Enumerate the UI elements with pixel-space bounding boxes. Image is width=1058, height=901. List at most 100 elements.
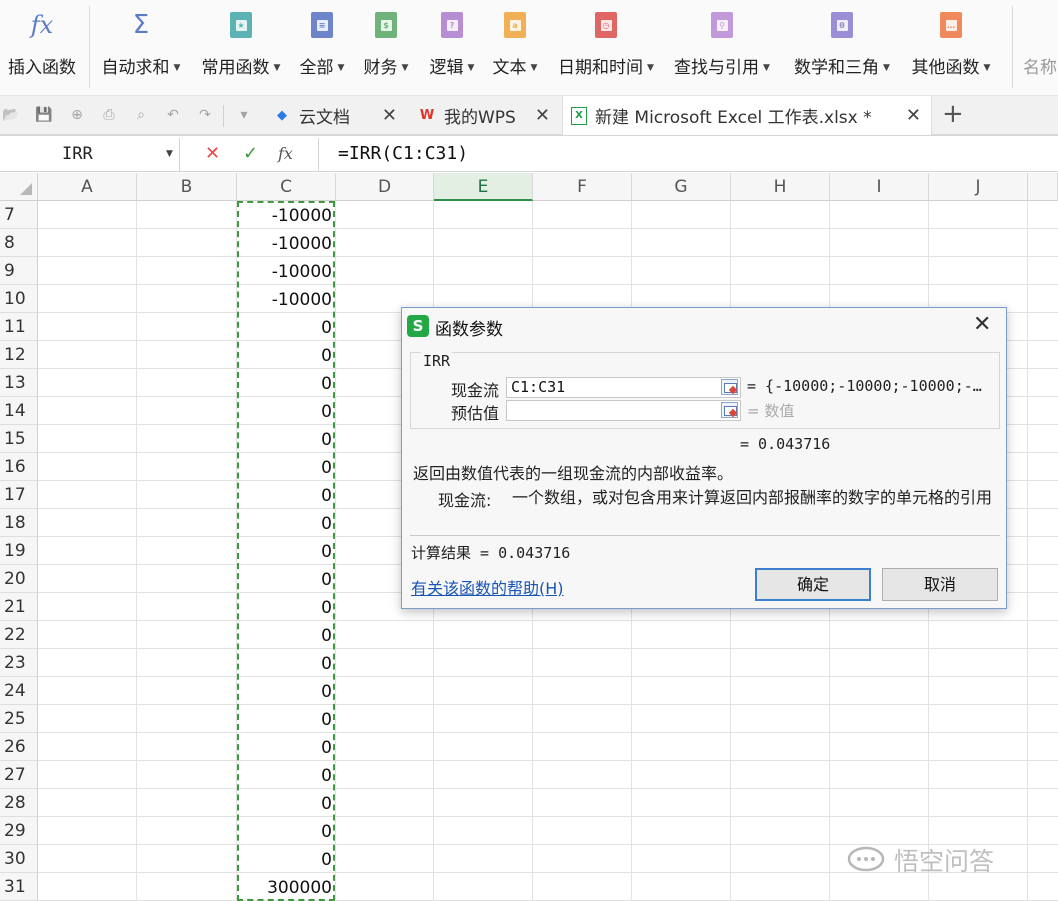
row-header[interactable]: 29 bbox=[0, 817, 38, 845]
customize-dropdown-icon[interactable]: ▾ bbox=[236, 107, 252, 123]
confirm-edit-icon[interactable]: ✓ bbox=[243, 143, 258, 164]
undo-icon[interactable]: ↶ bbox=[165, 107, 181, 123]
cell-c[interactable]: 0 bbox=[237, 649, 332, 677]
cell-c[interactable]: 0 bbox=[237, 677, 332, 705]
save-cloud-icon[interactable]: ⊕ bbox=[69, 107, 85, 123]
cell-c[interactable]: 0 bbox=[237, 537, 332, 565]
insert-function-icon[interactable]: fx bbox=[278, 144, 293, 163]
chevron-down-icon[interactable]: ▼ bbox=[274, 63, 281, 73]
name-box[interactable]: IRR ▼ bbox=[0, 138, 180, 171]
ribbon-button-9[interactable]: θ 数学和三角 ▼ bbox=[794, 0, 890, 95]
column-header-i[interactable]: I bbox=[830, 173, 929, 201]
cell-c[interactable]: 0 bbox=[237, 341, 332, 369]
row-header[interactable]: 12 bbox=[0, 341, 38, 369]
close-icon[interactable]: ✕ bbox=[535, 105, 550, 126]
range-select-icon[interactable] bbox=[721, 402, 738, 418]
chevron-down-icon[interactable]: ▼ bbox=[166, 149, 173, 159]
cell-c[interactable]: 0 bbox=[237, 565, 332, 593]
chevron-down-icon[interactable]: ▼ bbox=[531, 63, 538, 73]
cell-c[interactable]: 0 bbox=[237, 397, 332, 425]
chevron-down-icon[interactable]: ▼ bbox=[763, 63, 770, 73]
row-header[interactable]: 11 bbox=[0, 313, 38, 341]
cell-c[interactable]: -10000 bbox=[237, 201, 332, 229]
close-icon[interactable]: ✕ bbox=[382, 105, 397, 126]
cell-c[interactable]: 0 bbox=[237, 705, 332, 733]
cancel-edit-icon[interactable]: ✕ bbox=[205, 143, 220, 164]
row-header[interactable]: 18 bbox=[0, 509, 38, 537]
chevron-down-icon[interactable]: ▼ bbox=[468, 63, 475, 73]
row-header[interactable]: 19 bbox=[0, 537, 38, 565]
row-header[interactable]: 15 bbox=[0, 425, 38, 453]
cell-c[interactable]: 0 bbox=[237, 817, 332, 845]
ribbon-button-0[interactable]: fx 插入函数 bbox=[2, 0, 82, 95]
column-header-g[interactable]: G bbox=[632, 173, 731, 201]
cancel-button[interactable]: 取消 bbox=[882, 568, 998, 601]
help-link[interactable]: 有关该函数的帮助(H) bbox=[411, 575, 564, 599]
ribbon-button-2[interactable]: ★ 常用函数 ▼ bbox=[201, 0, 281, 95]
cell-c[interactable]: 300000 bbox=[237, 873, 332, 901]
column-header-c[interactable]: C bbox=[237, 173, 336, 201]
ribbon-button-6[interactable]: a 文本 ▼ bbox=[475, 0, 555, 95]
chevron-down-icon[interactable]: ▼ bbox=[984, 63, 991, 73]
new-tab-icon[interactable]: + bbox=[942, 99, 964, 129]
print-preview-icon[interactable]: ⌕ bbox=[133, 107, 149, 123]
cell-c[interactable]: 0 bbox=[237, 481, 332, 509]
chevron-down-icon[interactable]: ▼ bbox=[402, 63, 409, 73]
row-header[interactable]: 17 bbox=[0, 481, 38, 509]
print-icon[interactable]: ⎙ bbox=[101, 107, 117, 123]
save-icon[interactable]: 💾 bbox=[35, 107, 52, 123]
row-header[interactable]: 14 bbox=[0, 397, 38, 425]
row-header[interactable]: 30 bbox=[0, 845, 38, 873]
ribbon-button-11[interactable]: 名称 bbox=[1000, 0, 1058, 95]
column-header-b[interactable]: B bbox=[137, 173, 237, 201]
column-header-a[interactable]: A bbox=[38, 173, 137, 201]
formula-input[interactable]: =IRR(C1:C31) bbox=[338, 143, 468, 164]
row-header[interactable]: 8 bbox=[0, 229, 38, 257]
row-header[interactable]: 24 bbox=[0, 677, 38, 705]
cell-c[interactable]: 0 bbox=[237, 845, 332, 873]
column-header-j[interactable]: J bbox=[929, 173, 1028, 201]
cashflow-input[interactable]: C1:C31 bbox=[506, 377, 741, 398]
select-all-corner[interactable] bbox=[0, 173, 38, 201]
document-tab-1[interactable]: W 我的WPS ✕ bbox=[410, 96, 560, 135]
cell-c[interactable]: 0 bbox=[237, 313, 332, 341]
row-header[interactable]: 23 bbox=[0, 649, 38, 677]
cell-c[interactable]: -10000 bbox=[237, 257, 332, 285]
cell-c[interactable]: 0 bbox=[237, 621, 332, 649]
chevron-down-icon[interactable]: ▼ bbox=[174, 63, 181, 73]
ribbon-button-7[interactable]: ◷ 日期和时间 ▼ bbox=[558, 0, 654, 95]
cell-c[interactable]: 0 bbox=[237, 369, 332, 397]
column-header-f[interactable]: F bbox=[533, 173, 632, 201]
cell-c[interactable]: 0 bbox=[237, 789, 332, 817]
row-header[interactable]: 22 bbox=[0, 621, 38, 649]
ribbon-button-10[interactable]: … 其他函数 ▼ bbox=[911, 0, 991, 95]
row-header[interactable]: 13 bbox=[0, 369, 38, 397]
row-header[interactable]: 21 bbox=[0, 593, 38, 621]
column-header-d[interactable]: D bbox=[336, 173, 434, 201]
ok-button[interactable]: 确定 bbox=[755, 568, 871, 601]
row-header[interactable]: 10 bbox=[0, 285, 38, 313]
row-header[interactable]: 7 bbox=[0, 201, 38, 229]
column-header-e[interactable]: E bbox=[434, 173, 533, 201]
open-folder-icon[interactable]: 📂 bbox=[2, 107, 19, 123]
row-header[interactable]: 20 bbox=[0, 565, 38, 593]
document-tab-2[interactable]: X 新建 Microsoft Excel 工作表.xlsx * ✕ bbox=[562, 96, 932, 135]
dialog-titlebar[interactable]: S 函数参数 ✕ bbox=[402, 308, 1006, 344]
row-header[interactable]: 26 bbox=[0, 733, 38, 761]
chevron-down-icon[interactable]: ▼ bbox=[883, 63, 890, 73]
row-header[interactable]: 27 bbox=[0, 761, 38, 789]
row-header[interactable]: 16 bbox=[0, 453, 38, 481]
chevron-down-icon[interactable]: ▼ bbox=[338, 63, 345, 73]
row-header[interactable]: 25 bbox=[0, 705, 38, 733]
row-header[interactable]: 28 bbox=[0, 789, 38, 817]
chevron-down-icon[interactable]: ▼ bbox=[647, 63, 654, 73]
document-tab-0[interactable]: ◆ 云文档 ✕ bbox=[265, 96, 407, 135]
ribbon-button-8[interactable]: ⚲ 查找与引用 ▼ bbox=[674, 0, 770, 95]
row-header[interactable]: 9 bbox=[0, 257, 38, 285]
redo-icon[interactable]: ↷ bbox=[197, 107, 213, 123]
cell-c[interactable]: -10000 bbox=[237, 285, 332, 313]
cell-c[interactable]: 0 bbox=[237, 593, 332, 621]
cell-c[interactable]: 0 bbox=[237, 733, 332, 761]
cell-c[interactable]: 0 bbox=[237, 425, 332, 453]
cell-c[interactable]: 0 bbox=[237, 509, 332, 537]
